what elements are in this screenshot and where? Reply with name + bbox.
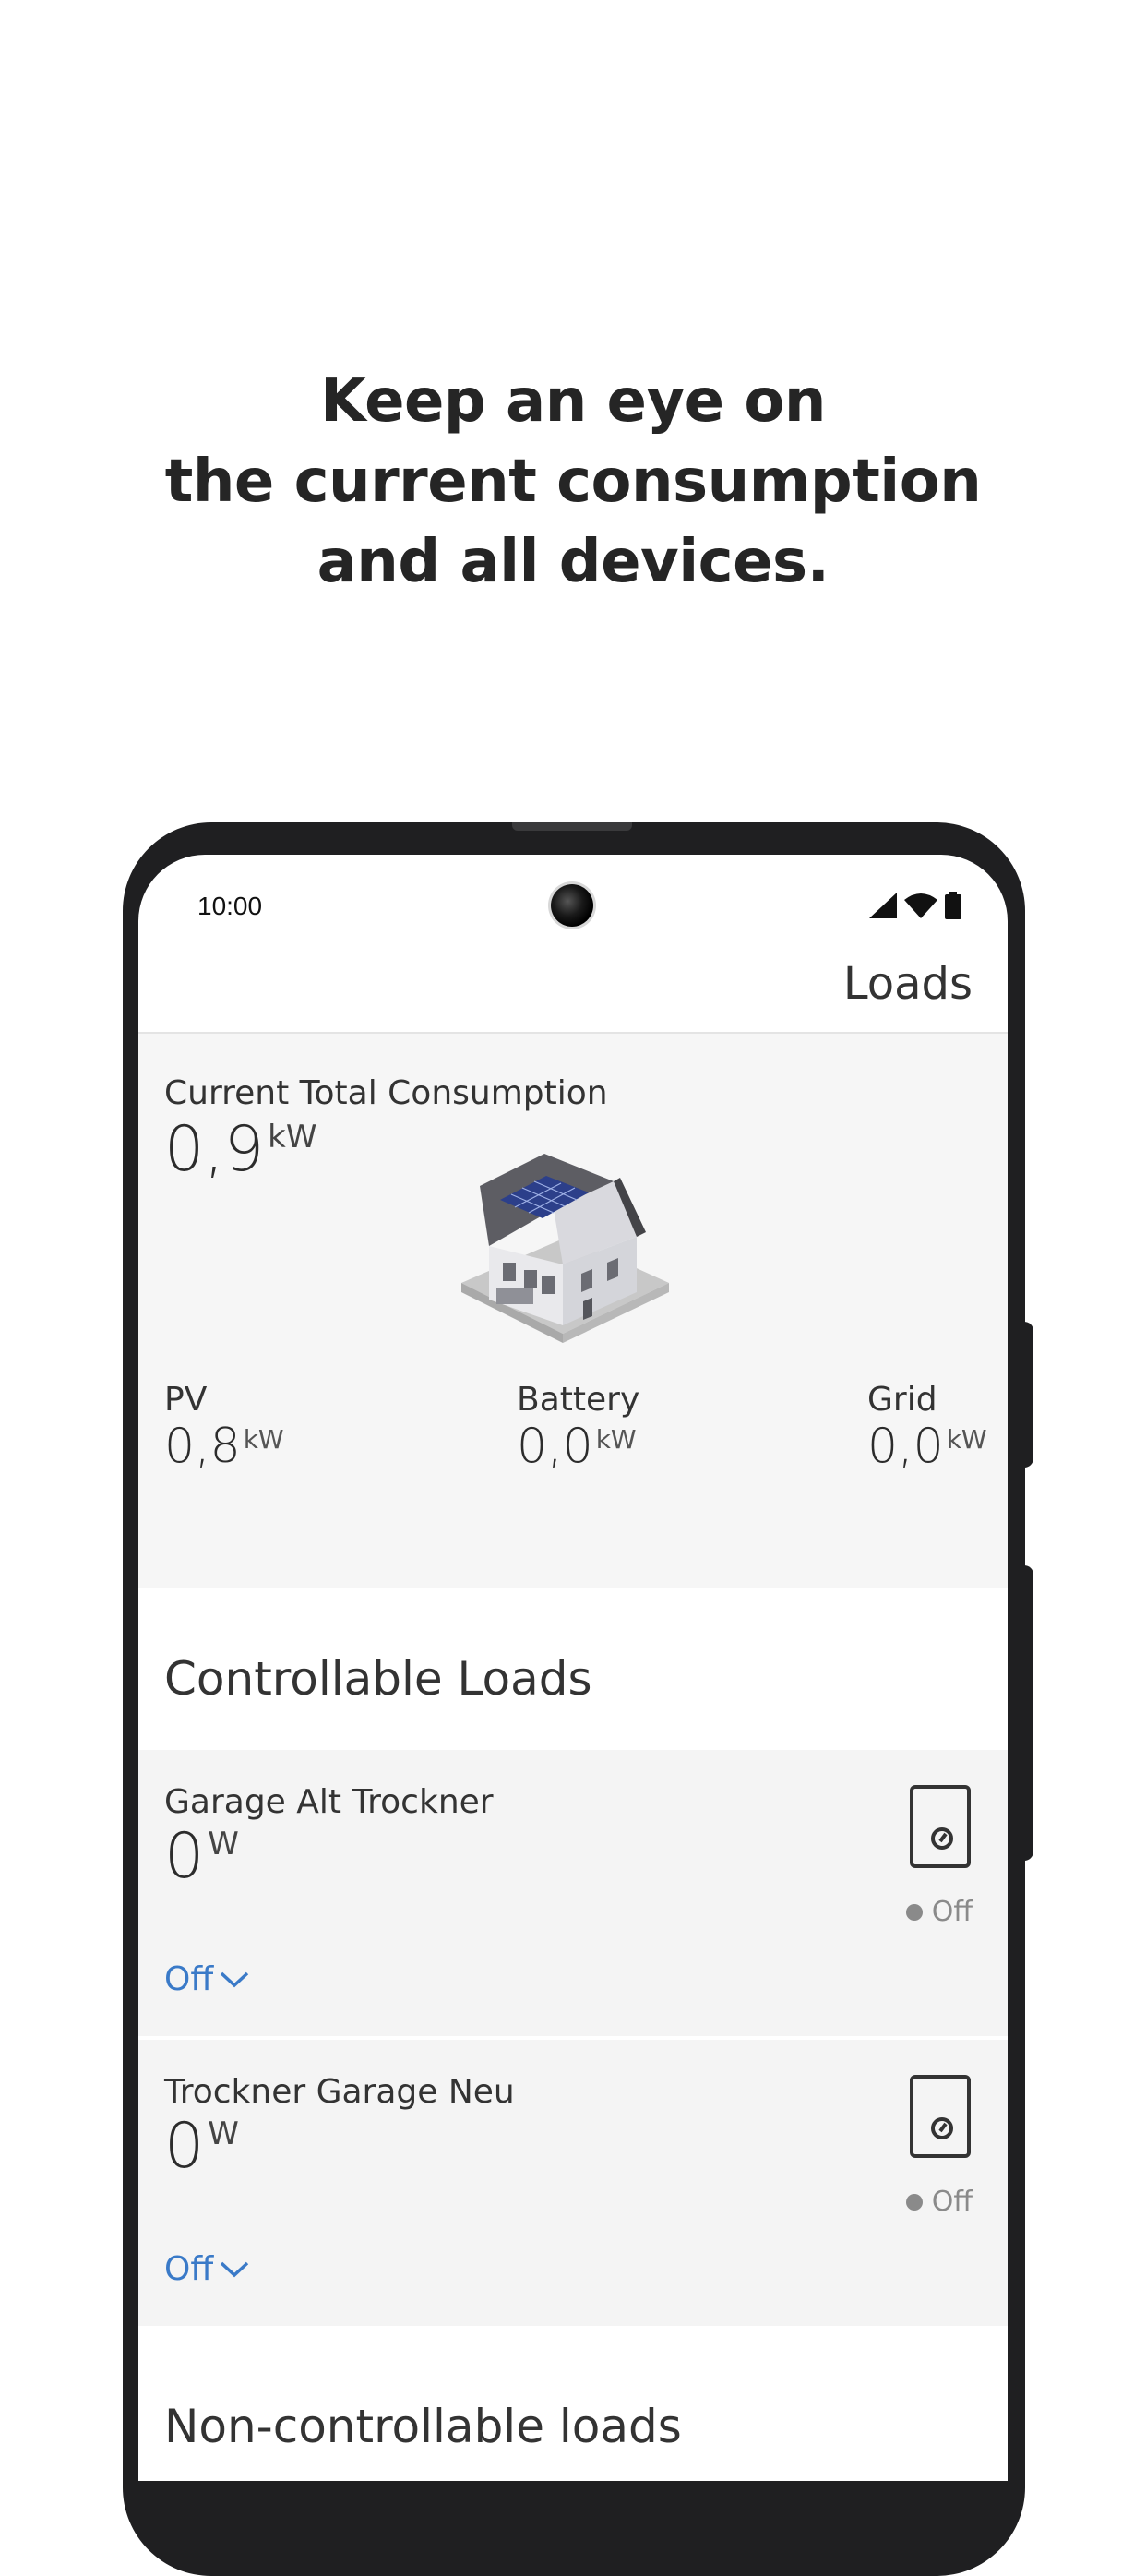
house-icon (461, 1154, 669, 1343)
metric-pv-label: PV (164, 1381, 208, 1419)
non-controllable-loads-title: Non-controllable loads (164, 2400, 682, 2453)
phone-power-button (1022, 1322, 1033, 1468)
device-status: Off (905, 2186, 973, 2218)
metric-grid: Grid 0,0 kW (867, 1381, 987, 1474)
metric-grid-unit: kW (946, 1424, 987, 1455)
battery-icon (945, 892, 961, 919)
status-icons (869, 892, 961, 919)
device-status-text: Off (931, 1896, 973, 1928)
consumption-label: Current Total Consumption (164, 1074, 608, 1112)
headline-line-2: the current consumption (164, 448, 982, 516)
load-name: Garage Alt Trockner (164, 1783, 494, 1821)
metric-grid-value: 0,0 (867, 1419, 944, 1474)
status-dot-icon (905, 2193, 923, 2211)
appliance-icon (910, 2075, 971, 2158)
metric-battery-unit: kW (595, 1424, 637, 1455)
controllable-loads-title: Controllable Loads (164, 1652, 592, 1706)
load-power: 0W (164, 2110, 239, 2183)
mode-dropdown-value: Off (164, 1960, 214, 1998)
load-power: 0W (164, 1820, 239, 1893)
total-consumption-number: 0,9 (164, 1113, 265, 1186)
top-app-bar: Loads (138, 947, 1008, 1034)
metric-pv-value: 0,8 (164, 1419, 241, 1474)
mode-dropdown[interactable]: Off (164, 2250, 250, 2288)
load-card[interactable]: Trockner Garage Neu 0W Off Off (138, 2040, 1008, 2326)
device-status-text: Off (931, 2186, 973, 2218)
load-power-unit: W (208, 1826, 239, 1863)
consumption-panel: Current Total Consumption 0,9 kW PV 0,8 … (138, 1034, 1008, 1588)
device-status: Off (905, 1896, 973, 1928)
metric-battery-label: Battery (517, 1381, 640, 1419)
mode-dropdown-value: Off (164, 2250, 214, 2288)
chevron-down-icon (220, 2261, 249, 2277)
promo-headline: Keep an eye on the current consumption a… (0, 362, 1146, 603)
metric-pv: PV 0,8 kW (164, 1381, 284, 1474)
load-power-number: 0 (164, 2110, 205, 2183)
chevron-down-icon (220, 1971, 249, 1987)
metric-pv-unit: kW (243, 1424, 284, 1455)
total-consumption-value: 0,9 kW (164, 1113, 316, 1186)
metric-grid-label: Grid (867, 1381, 937, 1419)
load-card[interactable]: Garage Alt Trockner 0W Off Off (138, 1750, 1008, 2036)
load-power-number: 0 (164, 1820, 205, 1893)
signal-icon (869, 893, 897, 918)
mode-dropdown[interactable]: Off (164, 1960, 250, 1998)
appliance-icon (910, 1785, 971, 1868)
metric-battery: Battery 0,0 kW (517, 1381, 639, 1474)
headline-line-3: and all devices. (316, 528, 830, 596)
load-name: Trockner Garage Neu (164, 2073, 515, 2111)
phone-screen: 10:00 Loads Current Total Consumption 0,… (138, 855, 1008, 2481)
front-camera (551, 884, 593, 927)
status-dot-icon (905, 1903, 923, 1921)
phone-speaker-notch (512, 822, 632, 831)
metric-battery-value: 0,0 (517, 1419, 593, 1474)
wifi-icon (904, 893, 937, 918)
load-power-unit: W (208, 2115, 239, 2152)
page-title: Loads (842, 958, 973, 1010)
phone-volume-button (1022, 1565, 1033, 1861)
headline-line-1: Keep an eye on (320, 367, 826, 436)
total-consumption-unit: kW (268, 1119, 317, 1156)
status-time: 10:00 (197, 892, 263, 920)
